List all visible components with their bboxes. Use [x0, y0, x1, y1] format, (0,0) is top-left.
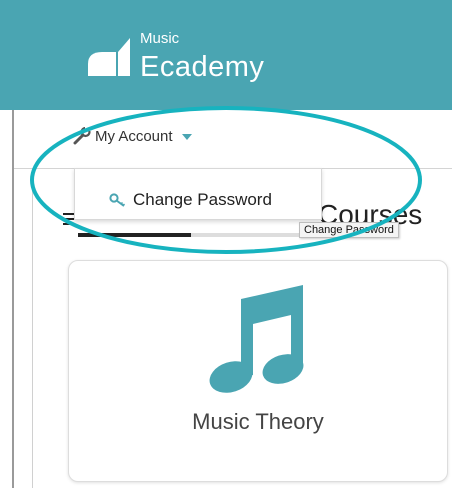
course-card-music-theory[interactable]: Music Theory: [68, 260, 448, 482]
change-password-label: Change Password: [133, 190, 272, 209]
my-account-menu[interactable]: My Account: [72, 127, 192, 145]
change-password-tooltip: Change Password: [299, 222, 399, 238]
app-header: Music Ecademy: [0, 0, 452, 110]
course-title: Music Theory: [192, 409, 324, 434]
caret-down-icon: [181, 134, 192, 140]
progress-bar: [78, 233, 330, 237]
key-icon: [109, 193, 126, 207]
music-note-icon: [209, 285, 304, 393]
music-ecademy-logo-icon: [88, 38, 130, 76]
wrench-icon: [73, 127, 91, 145]
logo-text-small: Music: [140, 30, 180, 47]
change-password-menu-item[interactable]: Change Password: [109, 190, 272, 210]
my-account-label: My Account: [95, 127, 173, 145]
account-dropdown: Change Password: [74, 168, 322, 220]
logo-text-brand: Ecademy: [140, 51, 265, 83]
content-border: [32, 170, 33, 488]
